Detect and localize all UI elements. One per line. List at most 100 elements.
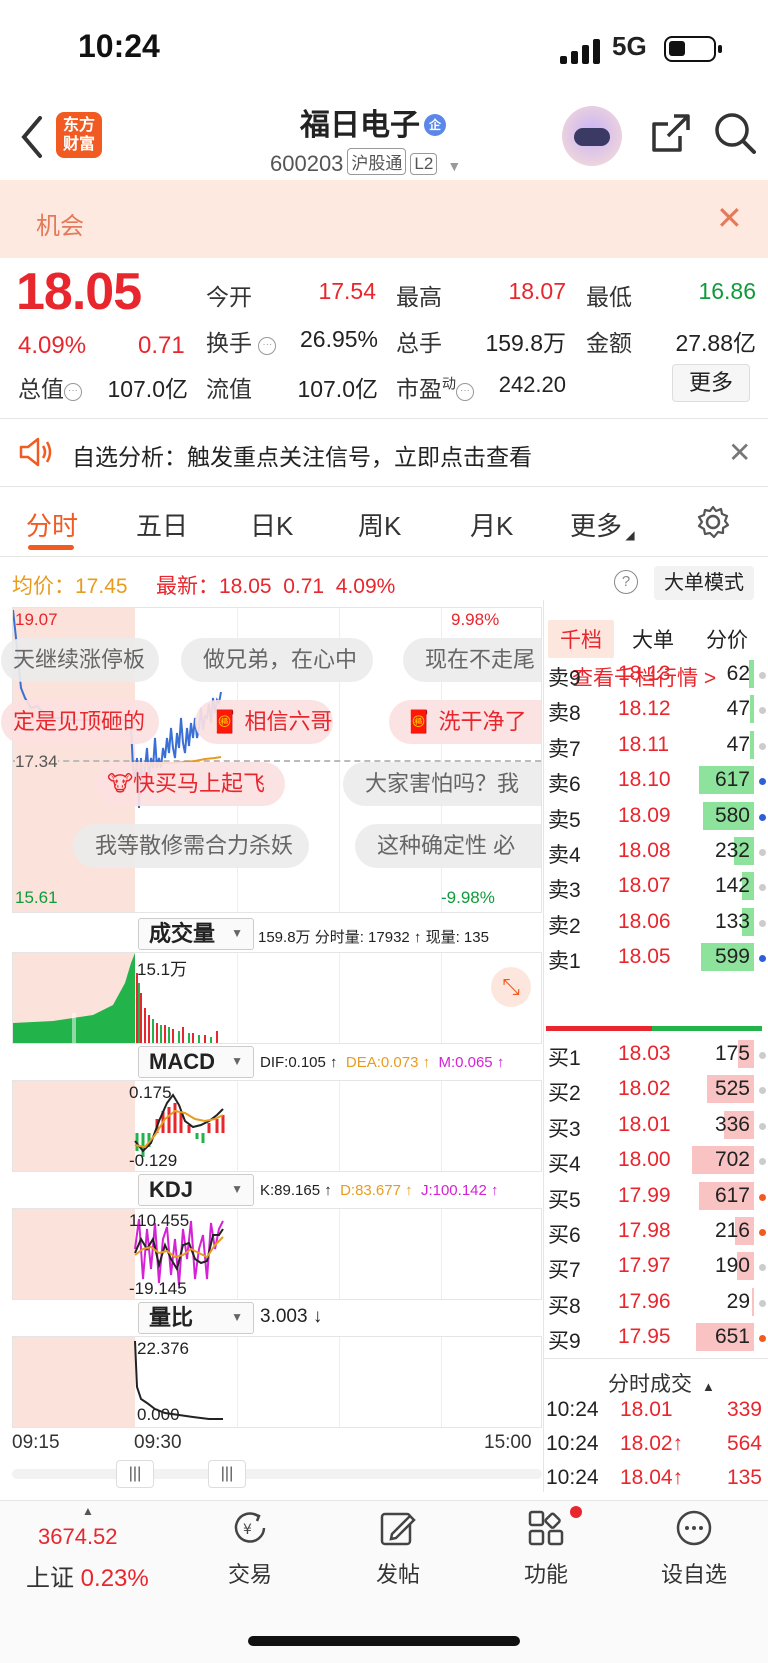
nav-functions[interactable]: 功能 <box>486 1508 606 1589</box>
app-logo: 东方 财富 <box>56 112 102 158</box>
bid-row[interactable]: 买7 17.97 190 <box>546 1250 768 1284</box>
macd-selector[interactable]: MACD <box>138 1046 254 1078</box>
bid-row[interactable]: 买8 17.96 29 <box>546 1286 768 1320</box>
comment-bubble[interactable]: 定是见顶砸的 <box>1 700 159 744</box>
chart-pct-up: 9.98% <box>451 610 500 629</box>
comment-bubble[interactable]: 我等散修需合力杀妖 <box>73 824 309 868</box>
level-label: 卖4 <box>548 844 581 867</box>
level-volume: 190 <box>714 1254 750 1278</box>
scroll-handle-left[interactable]: ||| <box>116 1460 154 1488</box>
bid-row[interactable]: 买1 18.03 175 <box>546 1038 768 1072</box>
comment-bubble[interactable]: 大家害怕吗？我 <box>343 762 541 806</box>
comment-bubble[interactable]: 天继续涨停板 <box>1 638 159 682</box>
nav-post[interactable]: 发帖 <box>338 1508 458 1589</box>
stock-name: 福日电子企 <box>300 100 470 144</box>
close-icon[interactable]: ✕ <box>728 436 751 469</box>
apps-icon <box>528 1510 564 1546</box>
gear-icon[interactable] <box>696 505 730 539</box>
close-icon[interactable]: ✕ <box>716 202 743 234</box>
volume-selector[interactable]: 成交量 <box>138 918 254 950</box>
bid-row[interactable]: 买3 18.01 336 <box>546 1109 768 1143</box>
comment-bubble[interactable]: 🐮快买马上起飞 <box>95 762 285 806</box>
level-price: 18.03 <box>618 1042 671 1065</box>
assistant-robot-icon[interactable] <box>562 106 622 166</box>
comment-bubble[interactable]: 做兄弟，在心中 <box>181 638 373 682</box>
price-chart[interactable]: 19.07 17.34 15.61 9.98% -9.98% 天继续涨停板 做兄… <box>1 607 542 913</box>
level-volume: 142 <box>714 874 750 898</box>
tab-weekly-k[interactable]: 周K <box>358 506 401 543</box>
level-label: 卖6 <box>548 773 581 797</box>
amount-value: 27.88亿 <box>675 330 756 356</box>
tab-order-depth[interactable]: 千档 <box>548 620 614 658</box>
level-price: 17.95 <box>618 1325 671 1349</box>
tab-more[interactable]: 更多 ◢ <box>570 506 635 543</box>
ask-row[interactable]: 卖4 18.08 232 <box>546 835 768 869</box>
expand-icon[interactable]: ⤡ <box>491 967 531 1007</box>
kdj-selector[interactable]: KDJ <box>138 1174 254 1206</box>
comment-bubble[interactable]: 🧧 相信六哥 <box>195 700 333 744</box>
chart-pct-down: -9.98% <box>441 888 495 907</box>
ask-row[interactable]: 卖2 18.06 133 <box>546 906 768 940</box>
ask-row[interactable]: 卖6 18.10 617 <box>546 764 768 798</box>
big-order-mode-button[interactable]: 大单模式 <box>654 566 754 600</box>
status-dot <box>759 1229 766 1236</box>
status-dot <box>759 955 766 963</box>
ask-row[interactable]: 卖3 18.07 142 <box>546 870 768 904</box>
trade-volume: 135 <box>726 1466 762 1489</box>
tab-five-day[interactable]: 五日 <box>136 506 188 543</box>
trades-header[interactable]: 分时成交 ▲ <box>608 1368 715 1398</box>
tab-big-order[interactable]: 大单 <box>632 624 674 654</box>
level-label: 卖7 <box>548 737 581 761</box>
bid-row[interactable]: 买4 18.00 702 <box>546 1144 768 1178</box>
ask-row[interactable]: 卖9 18.13 62 <box>546 658 768 692</box>
volume-ratio-chart: 22.376 0.000 <box>12 1336 542 1428</box>
analysis-text[interactable]: 自选分析：触发重点关注信号，立即点击查看 <box>72 438 532 472</box>
search-icon[interactable] <box>712 110 758 156</box>
ask-row[interactable]: 卖8 18.12 47 <box>546 693 768 727</box>
home-indicator <box>248 1636 520 1646</box>
tab-price-distribution[interactable]: 分价 <box>706 624 748 654</box>
vr-bottom-label: 0.000 <box>137 1405 180 1424</box>
comment-bubble[interactable]: 这种确定性 必 <box>355 824 541 868</box>
chart-high-label: 19.07 <box>15 610 58 629</box>
tab-daily-k[interactable]: 日K <box>250 506 293 543</box>
back-icon[interactable] <box>18 112 48 162</box>
tab-intraday[interactable]: 分时 <box>26 506 78 543</box>
ask-row[interactable]: 卖7 18.11 47 <box>546 729 768 763</box>
bid-row[interactable]: 买5 17.99 617 <box>546 1180 768 1214</box>
enterprise-badge: 企 <box>424 114 446 136</box>
bid-row[interactable]: 买2 18.02 525 <box>546 1073 768 1107</box>
bid-row[interactable]: 买9 17.95 651 <box>546 1321 768 1355</box>
scroll-handle-right[interactable]: ||| <box>208 1460 246 1488</box>
status-dot <box>759 919 766 927</box>
more-button[interactable]: 更多 <box>672 364 750 402</box>
level-label: 买2 <box>548 1082 581 1106</box>
level-price: 18.08 <box>618 839 671 862</box>
tab-monthly-k[interactable]: 月K <box>470 506 513 543</box>
chart-scroll-track[interactable] <box>12 1469 542 1479</box>
ask-row[interactable]: 卖5 18.09 580 <box>546 800 768 834</box>
change-amount: 0.71 <box>138 332 185 359</box>
comment-bubble[interactable]: 现在不走尾 <box>403 638 541 682</box>
level-label: 卖9 <box>548 667 581 690</box>
change-percent: 4.09% <box>18 332 87 359</box>
level-volume: 175 <box>714 1042 750 1065</box>
volume-label: 总手 <box>396 330 442 356</box>
ask-row[interactable]: 卖1 18.05 599 <box>546 941 768 975</box>
level-label: 卖1 <box>548 950 581 974</box>
level-label: 卖8 <box>548 702 581 726</box>
volume-ratio-selector[interactable]: 量比 <box>138 1302 254 1334</box>
help-icon[interactable]: ? <box>614 570 638 594</box>
level-price: 17.97 <box>618 1254 671 1278</box>
signal-icon <box>560 38 602 64</box>
opportunity-banner[interactable] <box>0 180 768 258</box>
kdj-top-label: 110.455 <box>129 1211 190 1230</box>
nav-trade[interactable]: ¥ 交易 <box>190 1508 310 1589</box>
comment-bubble[interactable]: 🧧 洗干净了 <box>389 700 541 744</box>
status-dot <box>759 1264 766 1272</box>
bid-row[interactable]: 买6 17.98 216 <box>546 1215 768 1249</box>
index-value[interactable]: 3674.52 <box>38 1524 118 1550</box>
nav-add-watchlist[interactable]: 设自选 <box>634 1508 754 1589</box>
share-icon[interactable] <box>650 112 692 154</box>
index-summary[interactable]: 上证 0.23% <box>26 1558 149 1593</box>
